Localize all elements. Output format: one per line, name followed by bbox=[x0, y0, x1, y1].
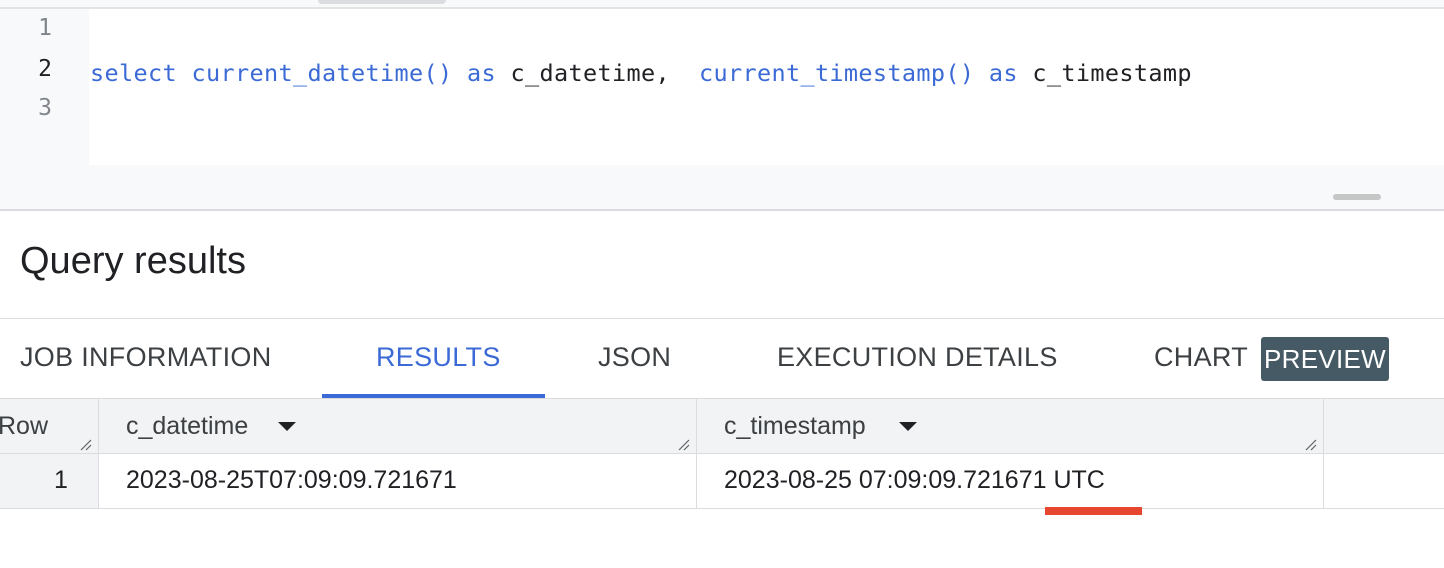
function-current-timestamp: current_timestamp() bbox=[698, 59, 975, 87]
table-row[interactable]: 1 2023-08-25T07:09:09.721671 2023-08-25 … bbox=[0, 454, 1444, 509]
function-current-datetime: current_datetime() bbox=[191, 59, 453, 87]
sql-editor[interactable]: 1 2 3 select current_datetime() as c_dat… bbox=[0, 0, 1444, 210]
table-header-row: Row c_datetime c_timestamp bbox=[0, 398, 1444, 454]
panel-divider bbox=[0, 209, 1444, 211]
results-table: Row c_datetime c_timestamp 1 2023-08-25T… bbox=[0, 398, 1444, 510]
line-number-gutter: 1 2 3 bbox=[0, 9, 88, 165]
tab-results[interactable]: RESULTS bbox=[376, 342, 501, 373]
column-header-c-datetime[interactable]: c_datetime bbox=[126, 412, 248, 441]
tab-execution-details[interactable]: EXECUTION DETAILS bbox=[777, 342, 1058, 373]
code-area[interactable]: select current_datetime() as c_datetime,… bbox=[89, 9, 1444, 165]
column-divider bbox=[1323, 398, 1324, 508]
preview-badge: PREVIEW bbox=[1261, 337, 1389, 381]
tab-json[interactable]: JSON bbox=[598, 342, 671, 373]
tabs-divider bbox=[0, 318, 1444, 319]
bigquery-workspace: 1 2 3 select current_datetime() as c_dat… bbox=[0, 0, 1444, 568]
row-number: 1 bbox=[54, 466, 68, 494]
line-number: 2 bbox=[38, 56, 52, 82]
column-resize-icon[interactable] bbox=[1305, 439, 1317, 451]
keyword-select: select bbox=[90, 59, 177, 87]
code-line[interactable]: select current_datetime() as c_datetime,… bbox=[90, 59, 1192, 87]
chevron-down-icon[interactable] bbox=[278, 422, 296, 431]
chevron-down-icon[interactable] bbox=[899, 422, 917, 431]
row-number-cell: 1 bbox=[0, 454, 98, 508]
column-divider bbox=[696, 398, 697, 508]
editor-tab-edge bbox=[318, 0, 446, 4]
column-divider bbox=[98, 398, 99, 508]
cell-c-timestamp[interactable]: 2023-08-25 07:09:09.721671 UTC bbox=[724, 466, 1105, 495]
tab-job-information[interactable]: JOB INFORMATION bbox=[20, 342, 272, 373]
column-resize-icon[interactable] bbox=[80, 439, 92, 451]
alias-c-timestamp: c_timestamp bbox=[1032, 59, 1192, 87]
utc-highlight-underline bbox=[1045, 507, 1142, 515]
alias-c-datetime: c_datetime, bbox=[510, 59, 670, 87]
line-number: 3 bbox=[38, 95, 52, 121]
tab-chart[interactable]: CHART bbox=[1154, 342, 1248, 373]
column-resize-icon[interactable] bbox=[678, 439, 690, 451]
keyword-as: as bbox=[988, 59, 1018, 87]
cell-c-datetime[interactable]: 2023-08-25T07:09:09.721671 bbox=[126, 466, 457, 495]
column-header-c-timestamp[interactable]: c_timestamp bbox=[724, 412, 866, 441]
line-number: 1 bbox=[38, 15, 52, 41]
keyword-as: as bbox=[466, 59, 496, 87]
query-results-title: Query results bbox=[20, 240, 246, 282]
column-header-row: Row bbox=[0, 412, 49, 440]
editor-resize-handle[interactable] bbox=[1333, 194, 1381, 200]
